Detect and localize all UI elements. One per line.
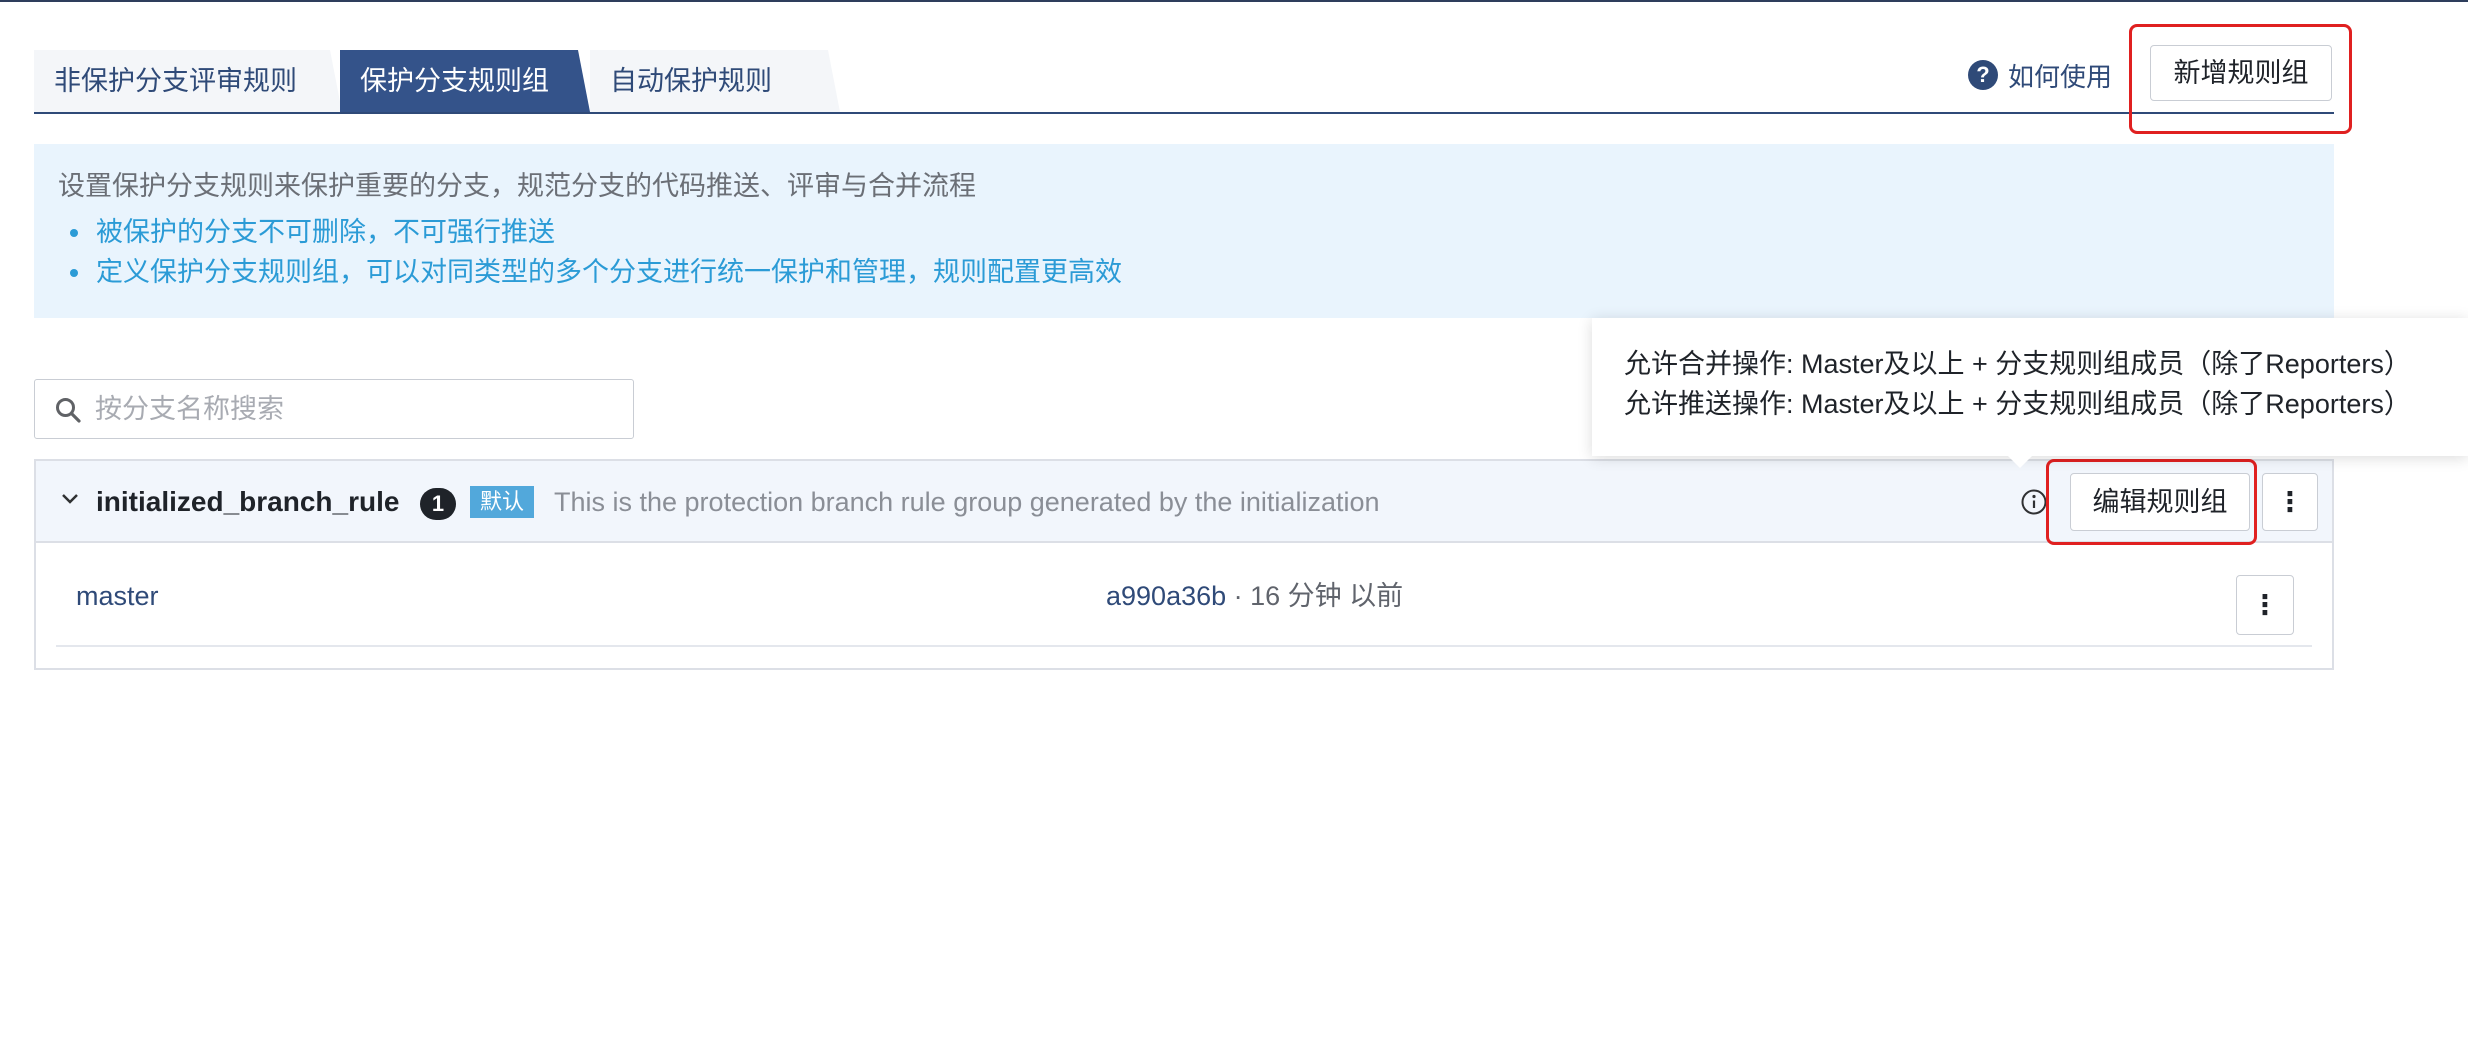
help-link[interactable]: ? 如何使用: [1968, 57, 2112, 93]
commit-hash-link[interactable]: a990a36b: [1106, 581, 1226, 611]
rule-group-description: This is the protection branch rule group…: [554, 487, 1380, 517]
rule-group-panel: initialized_branch_rule 1 默认 This is the…: [34, 459, 2334, 670]
question-circle-icon: ?: [1968, 60, 1998, 90]
default-tag: 默认: [470, 486, 534, 518]
commit-time: · 16 分钟 以前: [1226, 581, 1404, 611]
tooltip-push-permission: 允许推送操作: Master及以上 + 分支规则组成员（除了Reporters）: [1624, 389, 2411, 419]
branch-name-link[interactable]: master: [76, 577, 159, 615]
help-label: 如何使用: [2008, 61, 2113, 92]
search-icon: [56, 398, 81, 423]
tooltip-arrow: [2008, 456, 2032, 468]
branch-count-badge: 1: [420, 488, 456, 520]
info-list: 被保护的分支不可删除，不可强行推送 定义保护分支规则组，可以对同类型的多个分支进…: [58, 212, 2310, 292]
tooltip-merge-permission: 允许合并操作: Master及以上 + 分支规则组成员（除了Reporters）: [1624, 349, 2411, 379]
info-title: 设置保护分支规则来保护重要的分支，规范分支的代码推送、评审与合并流程: [58, 171, 976, 201]
rule-group-name: initialized_branch_rule: [96, 486, 400, 517]
tab-protected-branch-rule-groups[interactable]: 保护分支规则组: [340, 50, 590, 112]
branch-more-actions-button[interactable]: ⋮: [2236, 575, 2294, 635]
more-actions-button[interactable]: ⋮: [2262, 473, 2318, 531]
chevron-down-icon[interactable]: [60, 489, 80, 509]
info-bullet: 定义保护分支规则组，可以对同类型的多个分支进行统一保护和管理，规则配置更高效: [58, 252, 2310, 292]
branch-search-box[interactable]: [34, 379, 634, 439]
permissions-tooltip: 允许合并操作: Master及以上 + 分支规则组成员（除了Reporters）…: [1592, 318, 2468, 468]
top-border: [0, 0, 2468, 2]
highlight-box-edit-button: [2046, 459, 2257, 545]
tab-non-protected-review-rules[interactable]: 非保护分支评审规则: [34, 50, 342, 112]
rule-group-header: initialized_branch_rule 1 默认 This is the…: [36, 461, 2332, 543]
tab-auto-protect-rules[interactable]: 自动保护规则: [590, 50, 840, 112]
info-icon[interactable]: [2020, 488, 2048, 516]
commit-info: a990a36b · 16 分钟 以前: [1106, 577, 1403, 615]
add-rule-group-button[interactable]: 新增规则组: [2150, 45, 2332, 101]
branch-row: master a990a36b · 16 分钟 以前 ⋮: [56, 543, 2312, 647]
info-bullet: 被保护的分支不可删除，不可强行推送: [58, 212, 2310, 252]
search-input[interactable]: [95, 380, 615, 438]
info-banner: 设置保护分支规则来保护重要的分支，规范分支的代码推送、评审与合并流程 被保护的分…: [34, 144, 2334, 318]
